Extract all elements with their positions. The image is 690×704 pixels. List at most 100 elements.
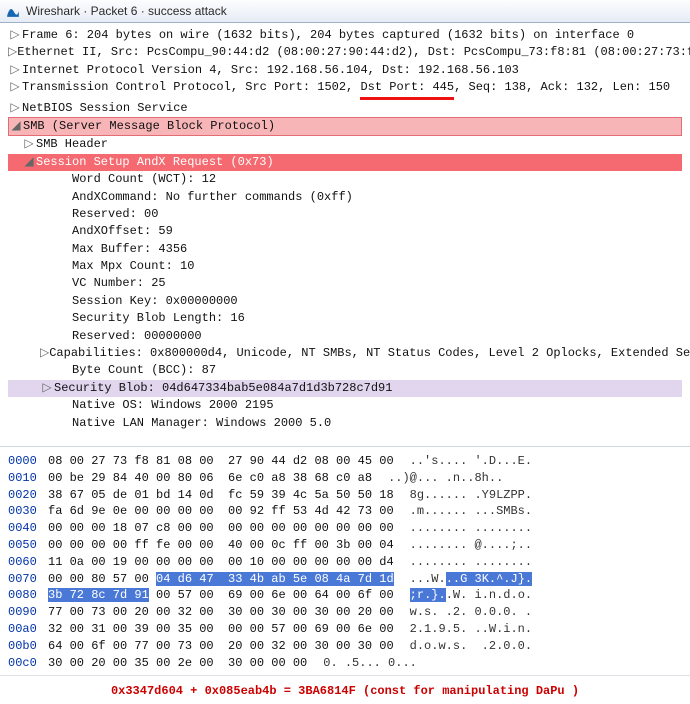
hex-ascii: ;r.}..W. i.n.d.o. bbox=[410, 587, 532, 604]
word-count-text: Word Count (WCT): 12 bbox=[72, 171, 216, 188]
andx-offset-line[interactable]: ·AndXOffset: 59 bbox=[8, 223, 682, 240]
chevron-right-icon[interactable]: ▷ bbox=[8, 62, 22, 79]
hex-bytes: 00 00 00 18 07 c8 00 00 00 00 00 00 00 0… bbox=[48, 520, 394, 537]
session-key-text: Session Key: 0x00000000 bbox=[72, 293, 238, 310]
chevron-right-icon[interactable]: ▷ bbox=[40, 345, 49, 362]
hex-row[interactable]: 004000 00 00 18 07 c8 00 00 00 00 00 00 … bbox=[8, 520, 682, 537]
tcp-pre: Transmission Control Protocol, Src Port:… bbox=[22, 80, 360, 94]
max-buffer-line[interactable]: ·Max Buffer: 4356 bbox=[8, 241, 682, 258]
blob-len-line[interactable]: ·Security Blob Length: 16 bbox=[8, 310, 682, 327]
footer-annotation: 0x3347d604 + 0x085eab4b = 3BA6814F (cons… bbox=[0, 675, 690, 704]
hex-ascii: ..'s.... '.D...E. bbox=[410, 453, 532, 470]
session-setup-line[interactable]: ◢Session Setup AndX Request (0x73) bbox=[8, 154, 682, 171]
hex-row[interactable]: 002038 67 05 de 01 bd 14 0d fc 59 39 4c … bbox=[8, 487, 682, 504]
native-os-text: Native OS: Windows 2000 2195 bbox=[72, 397, 274, 414]
hex-bytes: 00 00 00 00 ff fe 00 00 40 00 0c ff 00 3… bbox=[48, 537, 394, 554]
hex-offset: 0080 bbox=[8, 587, 48, 604]
caps-line[interactable]: ▷Capabilities: 0x800000d4, Unicode, NT S… bbox=[8, 345, 682, 362]
hex-row[interactable]: 00a032 00 31 00 39 00 35 00 00 00 57 00 … bbox=[8, 621, 682, 638]
frame-text: Frame 6: 204 bytes on wire (1632 bits), … bbox=[22, 27, 634, 44]
hex-ascii: ..)@... .n..8h.. bbox=[388, 470, 503, 487]
hex-ascii: 2.1.9.5. ..W.i.n. bbox=[410, 621, 532, 638]
hex-row[interactable]: 00c030 00 20 00 35 00 2e 00 30 00 00 000… bbox=[8, 655, 682, 672]
ip-line[interactable]: ▷Internet Protocol Version 4, Src: 192.1… bbox=[8, 62, 682, 79]
hex-offset: 00a0 bbox=[8, 621, 48, 638]
reserved1-line[interactable]: ·Reserved: 00 bbox=[8, 206, 682, 223]
hex-row[interactable]: 006011 0a 00 19 00 00 00 00 00 10 00 00 … bbox=[8, 554, 682, 571]
chevron-right-icon[interactable]: ▷ bbox=[22, 136, 36, 153]
reserved2-text: Reserved: 00000000 bbox=[72, 328, 202, 345]
hex-dump-pane[interactable]: 000008 00 27 73 f8 81 08 00 27 90 44 d2 … bbox=[0, 447, 690, 675]
max-mpx-text: Max Mpx Count: 10 bbox=[72, 258, 194, 275]
netbios-text: NetBIOS Session Service bbox=[22, 100, 188, 117]
hex-bytes: 00 be 29 84 40 00 80 06 6e c0 a8 38 68 c… bbox=[48, 470, 372, 487]
chevron-down-icon[interactable]: ◢ bbox=[9, 118, 23, 135]
chevron-right-icon[interactable]: ▷ bbox=[8, 27, 22, 44]
sec-blob-line[interactable]: ▷Security Blob: 04d647334bab5e084a7d1d3b… bbox=[8, 380, 682, 397]
hex-row[interactable]: 00b064 00 6f 00 77 00 73 00 20 00 32 00 … bbox=[8, 638, 682, 655]
andx-offset-text: AndXOffset: 59 bbox=[72, 223, 173, 240]
hex-ascii: .m...... ...SMBs. bbox=[410, 503, 532, 520]
smb-text: SMB (Server Message Block Protocol) bbox=[23, 118, 275, 135]
tcp-post: , Seq: 138, Ack: 132, Len: 150 bbox=[454, 80, 670, 94]
ethernet-line[interactable]: ▷Ethernet II, Src: PcsCompu_90:44:d2 (08… bbox=[8, 44, 682, 61]
bcc-line[interactable]: ·Byte Count (BCC): 87 bbox=[8, 362, 682, 379]
hex-bytes: 00 00 80 57 00 04 d6 47 33 4b ab 5e 08 4… bbox=[48, 571, 394, 588]
max-mpx-line[interactable]: ·Max Mpx Count: 10 bbox=[8, 258, 682, 275]
max-buffer-text: Max Buffer: 4356 bbox=[72, 241, 187, 258]
tcp-text: Transmission Control Protocol, Src Port:… bbox=[22, 79, 670, 99]
hex-bytes: 30 00 20 00 35 00 2e 00 30 00 00 00 bbox=[48, 655, 307, 672]
hex-offset: 00b0 bbox=[8, 638, 48, 655]
andx-cmd-text: AndXCommand: No further commands (0xff) bbox=[72, 189, 353, 206]
hex-ascii: ........ @....;.. bbox=[410, 537, 532, 554]
hex-row[interactable]: 007000 00 80 57 00 04 d6 47 33 4b ab 5e … bbox=[8, 571, 682, 588]
session-setup-text: Session Setup AndX Request (0x73) bbox=[36, 154, 274, 171]
caps-text: Capabilities: 0x800000d4, Unicode, NT SM… bbox=[49, 345, 690, 362]
hex-offset: 0090 bbox=[8, 604, 48, 621]
vc-number-line[interactable]: ·VC Number: 25 bbox=[8, 275, 682, 292]
netbios-line[interactable]: ▷NetBIOS Session Service bbox=[8, 100, 682, 117]
hex-row[interactable]: 005000 00 00 00 ff fe 00 00 40 00 0c ff … bbox=[8, 537, 682, 554]
chevron-right-icon[interactable]: ▷ bbox=[8, 100, 22, 117]
vc-number-text: VC Number: 25 bbox=[72, 275, 166, 292]
andx-cmd-line[interactable]: ·AndXCommand: No further commands (0xff) bbox=[8, 189, 682, 206]
ip-text: Internet Protocol Version 4, Src: 192.16… bbox=[22, 62, 519, 79]
tcp-dstport-highlight: Dst Port: 445 bbox=[360, 79, 454, 99]
hex-bytes: 3b 72 8c 7d 91 00 57 00 69 00 6e 00 64 0… bbox=[48, 587, 394, 604]
hex-row[interactable]: 001000 be 29 84 40 00 80 06 6e c0 a8 38 … bbox=[8, 470, 682, 487]
blob-len-text: Security Blob Length: 16 bbox=[72, 310, 245, 327]
native-lm-text: Native LAN Manager: Windows 2000 5.0 bbox=[72, 415, 331, 432]
chevron-right-icon[interactable]: ▷ bbox=[40, 380, 54, 397]
smb-header-text: SMB Header bbox=[36, 136, 108, 153]
smb-header-line[interactable]: ▷SMB Header bbox=[8, 136, 682, 153]
hex-row[interactable]: 00803b 72 8c 7d 91 00 57 00 69 00 6e 00 … bbox=[8, 587, 682, 604]
smb-line[interactable]: ◢SMB (Server Message Block Protocol) bbox=[8, 117, 682, 136]
hex-bytes: 11 0a 00 19 00 00 00 00 00 10 00 00 00 0… bbox=[48, 554, 394, 571]
hex-offset: 0000 bbox=[8, 453, 48, 470]
hex-offset: 0030 bbox=[8, 503, 48, 520]
native-os-line[interactable]: ·Native OS: Windows 2000 2195 bbox=[8, 397, 682, 414]
frame-line[interactable]: ▷Frame 6: 204 bytes on wire (1632 bits),… bbox=[8, 27, 682, 44]
bcc-text: Byte Count (BCC): 87 bbox=[72, 362, 216, 379]
hex-ascii: ........ ........ bbox=[410, 520, 532, 537]
hex-ascii: w.s. .2. 0.0.0. . bbox=[410, 604, 532, 621]
packet-details-tree[interactable]: ▷Frame 6: 204 bytes on wire (1632 bits),… bbox=[0, 23, 690, 442]
hex-bytes: 38 67 05 de 01 bd 14 0d fc 59 39 4c 5a 5… bbox=[48, 487, 394, 504]
hex-row[interactable]: 000008 00 27 73 f8 81 08 00 27 90 44 d2 … bbox=[8, 453, 682, 470]
word-count-line[interactable]: ·Word Count (WCT): 12 bbox=[8, 171, 682, 188]
reserved2-line[interactable]: ·Reserved: 00000000 bbox=[8, 328, 682, 345]
native-lm-line[interactable]: ·Native LAN Manager: Windows 2000 5.0 bbox=[8, 415, 682, 432]
hex-bytes: 64 00 6f 00 77 00 73 00 20 00 32 00 30 0… bbox=[48, 638, 394, 655]
hex-row[interactable]: 009077 00 73 00 20 00 32 00 30 00 30 00 … bbox=[8, 604, 682, 621]
chevron-right-icon[interactable]: ▷ bbox=[8, 79, 22, 96]
hex-offset: 00c0 bbox=[8, 655, 48, 672]
chevron-down-icon[interactable]: ◢ bbox=[22, 154, 36, 171]
chevron-right-icon[interactable]: ▷ bbox=[8, 44, 17, 61]
session-key-line[interactable]: ·Session Key: 0x00000000 bbox=[8, 293, 682, 310]
hex-ascii: 8g...... .Y9LZPP. bbox=[410, 487, 532, 504]
hex-row[interactable]: 0030fa 6d 9e 0e 00 00 00 00 00 92 ff 53 … bbox=[8, 503, 682, 520]
window-titlebar: Wireshark · Packet 6 · success attack bbox=[0, 0, 690, 23]
hex-offset: 0060 bbox=[8, 554, 48, 571]
hex-offset: 0050 bbox=[8, 537, 48, 554]
tcp-line[interactable]: ▷Transmission Control Protocol, Src Port… bbox=[8, 79, 682, 99]
